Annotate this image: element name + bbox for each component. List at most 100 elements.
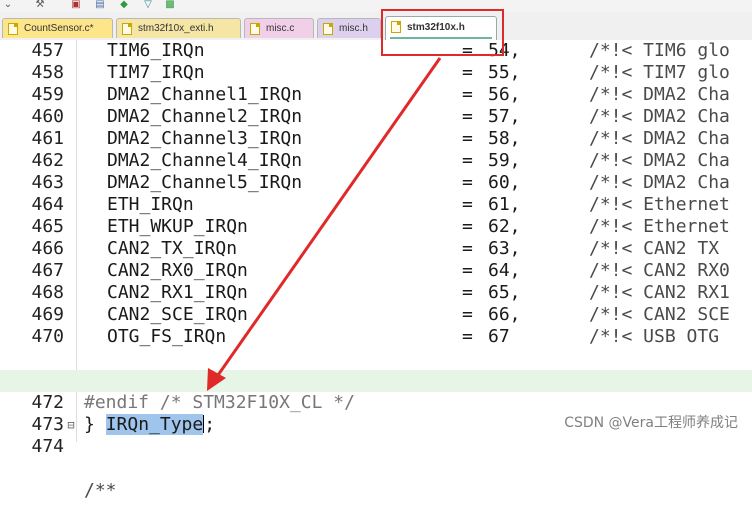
code-line-465[interactable]: 465 ETH_WKUP_IRQn = 62, /*!< Ethernet — [0, 216, 752, 238]
irq-name: DMA2_Channel4_IRQn — [107, 150, 303, 171]
irq-comment: /*!< Ethernet — [589, 216, 730, 237]
irq-value: 55, — [488, 62, 521, 83]
code-line-462[interactable]: 462 DMA2_Channel4_IRQn = 59, /*!< DMA2 Cha — [0, 150, 752, 172]
code-line-466[interactable]: 466 CAN2_TX_IRQn = 63, /*!< CAN2 TX — [0, 238, 752, 260]
file-icon — [250, 23, 260, 35]
irq-comment: /*!< DMA2 Cha — [589, 150, 730, 171]
annotation-highlight-box — [381, 9, 504, 56]
diamond-icon[interactable]: ◆ — [118, 0, 130, 10]
irq-comment: /*!< CAN2 RX1 — [589, 282, 730, 303]
irq-comment: /*!< TIM7 glo — [589, 62, 730, 83]
code-line-473[interactable]: 473 — [0, 392, 752, 435]
equals-sign: = — [462, 194, 473, 215]
code-line-469[interactable]: 469 CAN2_SCE_IRQn = 66, /*!< CAN2 SCE — [0, 304, 752, 326]
irq-comment: /*!< DMA2 Cha — [589, 172, 730, 193]
file-tab-bar: CountSensor.c* stm32f10x_exti.h misc.c m… — [0, 12, 752, 41]
irq-comment: /*!< Ethernet — [589, 194, 730, 215]
line-number: 464 — [31, 194, 64, 215]
irq-name: DMA2_Channel2_IRQn — [107, 106, 303, 127]
file-icon — [122, 23, 132, 35]
equals-sign: = — [462, 282, 473, 303]
line-number: 466 — [31, 238, 64, 259]
tab-misc-h[interactable]: misc.h — [317, 18, 381, 38]
irq-comment: /*!< DMA2 Cha — [589, 84, 730, 105]
irq-name: TIM6_IRQn — [107, 40, 205, 61]
equals-sign: = — [462, 238, 473, 259]
irq-comment: /*!< CAN2 RX0 — [589, 260, 730, 281]
irq-comment: /*!< TIM6 glo — [589, 40, 730, 61]
code-line-472[interactable]: 472 } IRQn_Type; — [0, 370, 752, 435]
irq-name: ETH_WKUP_IRQn — [107, 216, 248, 237]
build-icon[interactable]: ▣ — [70, 0, 82, 10]
line-number: 465 — [31, 216, 64, 237]
equals-sign: = — [462, 150, 473, 171]
code-line-471[interactable]: 471 #endif /* STM32F10X_CL */ — [0, 348, 752, 413]
line-number: 461 — [31, 128, 64, 149]
irq-name: ETH_IRQn — [107, 194, 194, 215]
line-number: 458 — [31, 62, 64, 83]
equals-sign: = — [462, 172, 473, 193]
code-line-460[interactable]: 460 DMA2_Channel2_IRQn = 57, /*!< DMA2 Cha — [0, 106, 752, 128]
tab-countsensor-c[interactable]: CountSensor.c* — [2, 18, 113, 38]
funnel-icon[interactable]: ▽ — [142, 0, 154, 10]
tools-icon[interactable]: ⚒ — [34, 0, 46, 10]
dropdown-icon[interactable]: ⌄ — [2, 0, 14, 10]
equals-sign: = — [462, 304, 473, 325]
tab-misc-c[interactable]: misc.c — [244, 18, 314, 38]
code-line-464[interactable]: 464 ETH_IRQn = 61, /*!< Ethernet — [0, 194, 752, 216]
irq-value: 63, — [488, 238, 521, 259]
tab-label: stm32f10x_exti.h — [138, 23, 214, 34]
irq-value: 56, — [488, 84, 521, 105]
irq-comment: /*!< CAN2 TX — [589, 238, 720, 259]
code-editor[interactable]: 457 TIM6_IRQn = 54,/*!< TIM6 glo 458 TIM7_IRQ… — [0, 40, 752, 501]
line-number: 468 — [31, 282, 64, 303]
irq-comment: /*!< DMA2 Cha — [589, 106, 730, 127]
line-number: 467 — [31, 260, 64, 281]
code-line-461[interactable]: 461 DMA2_Channel3_IRQn = 58, /*!< DMA2 Cha — [0, 128, 752, 150]
watermark: CSDN @Vera工程师养成记 — [564, 415, 738, 431]
line-number: 457 — [31, 40, 64, 61]
windows-icon[interactable]: ▤ — [94, 0, 106, 10]
irq-name: DMA2_Channel5_IRQn — [107, 172, 303, 193]
code-line-468[interactable]: 468 CAN2_RX1_IRQn = 65, /*!< CAN2 RX1 — [0, 282, 752, 304]
equals-sign: = — [462, 106, 473, 127]
file-icon — [323, 23, 333, 35]
irq-value: 61, — [488, 194, 521, 215]
irq-value: 66, — [488, 304, 521, 325]
line-number: 459 — [31, 84, 64, 105]
irq-value: 58, — [488, 128, 521, 149]
code-line-467[interactable]: 467 CAN2_RX0_IRQn = 64, /*!< CAN2 RX0 — [0, 260, 752, 282]
irq-value: 60, — [488, 172, 521, 193]
equals-sign: = — [462, 326, 473, 347]
code-line-458[interactable]: 458 TIM7_IRQn = 55, /*!< TIM7 glo — [0, 62, 752, 84]
irq-name: DMA2_Channel3_IRQn — [107, 128, 303, 149]
irq-name: CAN2_TX_IRQn — [107, 238, 238, 259]
tab-label: misc.c — [266, 23, 295, 34]
line-number: 469 — [31, 304, 64, 325]
line-number: 474 — [31, 436, 64, 457]
equals-sign: = — [462, 216, 473, 237]
code-line-470[interactable]: 470 OTG_FS_IRQn = 67 /*!< USB OTG — [0, 326, 752, 348]
equals-sign: = — [462, 62, 473, 83]
tab-stm32f10x-exti-h[interactable]: stm32f10x_exti.h — [116, 18, 241, 38]
irq-comment: /*!< CAN2 SCE — [589, 304, 730, 325]
irq-name: CAN2_RX0_IRQn — [107, 260, 248, 281]
fold-toggle-icon[interactable]: ⊟ — [66, 414, 76, 436]
file-icon — [8, 23, 18, 35]
code-line-457[interactable]: 457 TIM6_IRQn = 54,/*!< TIM6 glo — [0, 40, 752, 62]
irq-value: 62, — [488, 216, 521, 237]
line-number: 462 — [31, 150, 64, 171]
equals-sign: = — [462, 128, 473, 149]
irq-name: CAN2_SCE_IRQn — [107, 304, 248, 325]
irq-name: CAN2_RX1_IRQn — [107, 282, 248, 303]
irq-value: 59, — [488, 150, 521, 171]
irq-comment: /*!< USB OTG — [589, 326, 720, 347]
tab-label: misc.h — [339, 23, 368, 34]
equals-sign: = — [462, 260, 473, 281]
irq-value: 67 — [488, 326, 510, 347]
line-number: 463 — [31, 172, 64, 193]
code-line-459[interactable]: 459 DMA2_Channel1_IRQn = 56, /*!< DMA2 Cha — [0, 84, 752, 106]
package-icon[interactable]: ▩ — [164, 0, 176, 10]
doc-comment-start: /** — [84, 480, 117, 501]
code-line-463[interactable]: 463 DMA2_Channel5_IRQn = 60, /*!< DMA2 Cha — [0, 172, 752, 194]
